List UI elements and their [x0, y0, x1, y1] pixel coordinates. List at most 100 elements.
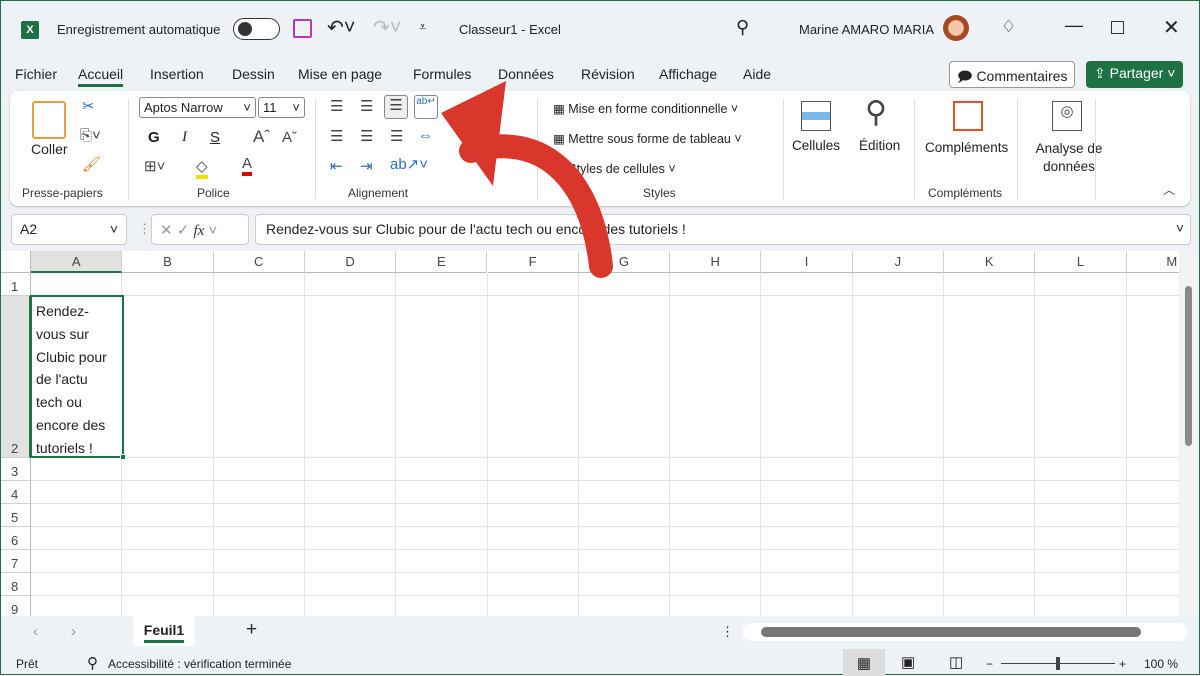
font-size-select[interactable]: 11 ˅: [258, 97, 305, 118]
tab-insertion[interactable]: Insertion: [150, 66, 204, 82]
increase-font-icon[interactable]: Aˆ: [253, 127, 270, 147]
format-as-table-button[interactable]: ▦ Mettre sous forme de tableau ˅: [553, 131, 742, 146]
formula-bar-options-icon[interactable]: ⋮: [138, 221, 151, 237]
paste-icon[interactable]: [32, 101, 66, 139]
column-header-H[interactable]: H: [670, 251, 762, 273]
tab-mise-en-page[interactable]: Mise en page: [298, 66, 382, 82]
copy-icon[interactable]: ⎘˅: [80, 127, 101, 144]
addins-icon[interactable]: [953, 101, 983, 131]
analyze-data-button[interactable]: Analyse de données: [1034, 140, 1104, 176]
column-header-G[interactable]: G: [578, 251, 671, 273]
align-center-icon[interactable]: ☰: [360, 127, 373, 145]
bold-button[interactable]: G: [148, 129, 160, 146]
zoom-out-button[interactable]: −: [986, 657, 993, 671]
customize-toolbar-icon[interactable]: ⩡: [419, 19, 426, 35]
increase-indent-icon[interactable]: ⇥: [360, 157, 373, 175]
row-header-4[interactable]: 4: [1, 481, 31, 504]
tab-donnees[interactable]: Données: [498, 66, 554, 82]
undo-icon[interactable]: ↶˅: [327, 15, 355, 40]
save-icon[interactable]: [293, 19, 312, 38]
align-bottom-icon[interactable]: ☰: [384, 95, 408, 119]
orientation-icon[interactable]: ab↗˅: [390, 155, 428, 173]
format-painter-icon[interactable]: 🖌: [82, 155, 101, 173]
merge-center-icon[interactable]: ⇔: [418, 127, 433, 144]
row-header-8[interactable]: 8: [1, 573, 31, 596]
formula-input[interactable]: Rendez-vous sur Clubic pour de l'actu te…: [255, 214, 1191, 245]
underline-button[interactable]: S: [210, 129, 220, 146]
accessibility-icon[interactable]: ⚲: [87, 654, 98, 672]
minimize-button[interactable]: —: [1065, 15, 1083, 36]
column-header-B[interactable]: B: [122, 251, 214, 273]
column-header-J[interactable]: J: [852, 251, 944, 273]
vertical-scrollbar[interactable]: [1181, 251, 1196, 616]
maximize-button[interactable]: [1111, 21, 1124, 34]
cell-styles-button[interactable]: ▦ Styles de cellules ˅: [553, 161, 676, 176]
decrease-font-icon[interactable]: Aˇ: [282, 129, 297, 146]
cut-icon[interactable]: ✂: [82, 97, 95, 115]
wrap-text-icon[interactable]: ab↵: [414, 95, 438, 119]
search-icon[interactable]: ⚲: [736, 17, 749, 38]
cells-icon[interactable]: [801, 101, 831, 131]
add-sheet-button[interactable]: +: [246, 619, 257, 641]
tab-accueil[interactable]: Accueil: [78, 66, 124, 87]
paste-button[interactable]: Coller: [31, 141, 68, 157]
row-header-3[interactable]: 3: [1, 458, 31, 481]
column-header-D[interactable]: D: [304, 251, 397, 273]
close-button[interactable]: ✕: [1163, 15, 1180, 40]
sheet-nav-next[interactable]: ›: [71, 623, 76, 640]
cell-a2[interactable]: Rendez-vous sur Clubic pour de l'actu te…: [30, 295, 126, 460]
cancel-icon[interactable]: ✕: [160, 222, 173, 239]
select-all-corner[interactable]: [1, 251, 31, 273]
font-name-select[interactable]: Aptos Narrow ˅: [139, 97, 256, 118]
align-middle-icon[interactable]: ☰: [360, 97, 373, 115]
name-box[interactable]: A2 ˅: [11, 214, 127, 245]
spreadsheet-grid[interactable]: ABCDEFGHIJKLM 123456789 Rendez-vous sur C…: [1, 251, 1179, 616]
column-header-K[interactable]: K: [944, 251, 1036, 273]
fill-color-icon[interactable]: ◇: [196, 157, 208, 179]
tab-fichier[interactable]: Fichier: [15, 66, 57, 82]
row-header-1[interactable]: 1: [1, 273, 31, 296]
cells-button[interactable]: Cellules: [792, 138, 840, 153]
editing-icon[interactable]: ⚲: [865, 95, 887, 130]
column-header-M[interactable]: M: [1126, 251, 1179, 273]
column-header-A[interactable]: A: [31, 251, 123, 273]
redo-icon[interactable]: ↷˅: [373, 15, 401, 40]
tab-revision[interactable]: Révision: [581, 66, 635, 82]
font-color-icon[interactable]: A: [242, 155, 253, 176]
italic-button[interactable]: I: [182, 129, 187, 146]
collapse-ribbon-icon[interactable]: ︿: [1163, 181, 1175, 198]
analyze-data-icon[interactable]: ◎: [1052, 101, 1082, 131]
insert-function-icon[interactable]: fx: [194, 223, 205, 239]
premium-diamond-icon[interactable]: ♢: [1001, 17, 1016, 37]
horizontal-scrollbar[interactable]: [743, 623, 1187, 641]
tab-split-handle[interactable]: ⋮: [721, 624, 734, 640]
row-header-2[interactable]: 2: [1, 296, 31, 458]
addins-button[interactable]: Compléments: [925, 140, 1008, 155]
column-header-L[interactable]: L: [1035, 251, 1127, 273]
zoom-in-button[interactable]: +: [1119, 657, 1126, 671]
column-header-I[interactable]: I: [761, 251, 853, 273]
tab-affichage[interactable]: Affichage: [659, 66, 717, 82]
autosave-toggle[interactable]: [233, 18, 280, 40]
zoom-level[interactable]: 100 %: [1144, 657, 1178, 671]
row-header-6[interactable]: 6: [1, 527, 31, 550]
enter-icon[interactable]: ✓: [177, 222, 190, 239]
editing-button[interactable]: Édition: [859, 138, 900, 153]
align-top-icon[interactable]: ☰: [330, 97, 343, 115]
conditional-formatting-button[interactable]: ▦ Mise en forme conditionnelle ˅: [553, 101, 738, 116]
borders-icon[interactable]: ⊞˅: [144, 157, 165, 175]
avatar[interactable]: [943, 15, 969, 41]
column-header-C[interactable]: C: [213, 251, 305, 273]
tab-formules[interactable]: Formules: [413, 66, 471, 82]
row-header-7[interactable]: 7: [1, 550, 31, 573]
column-header-F[interactable]: F: [487, 251, 579, 273]
page-break-view-icon[interactable]: ◫: [949, 653, 963, 671]
column-header-E[interactable]: E: [396, 251, 488, 273]
comments-button[interactable]: 🗩 Commentaires: [949, 61, 1076, 88]
row-header-5[interactable]: 5: [1, 504, 31, 527]
row-header-9[interactable]: 9: [1, 596, 31, 616]
normal-view-icon[interactable]: ▦: [843, 649, 885, 676]
accessibility-status[interactable]: Accessibilité : vérification terminée: [108, 657, 291, 671]
page-layout-view-icon[interactable]: ▣: [901, 653, 915, 671]
decrease-indent-icon[interactable]: ⇤: [330, 157, 343, 175]
